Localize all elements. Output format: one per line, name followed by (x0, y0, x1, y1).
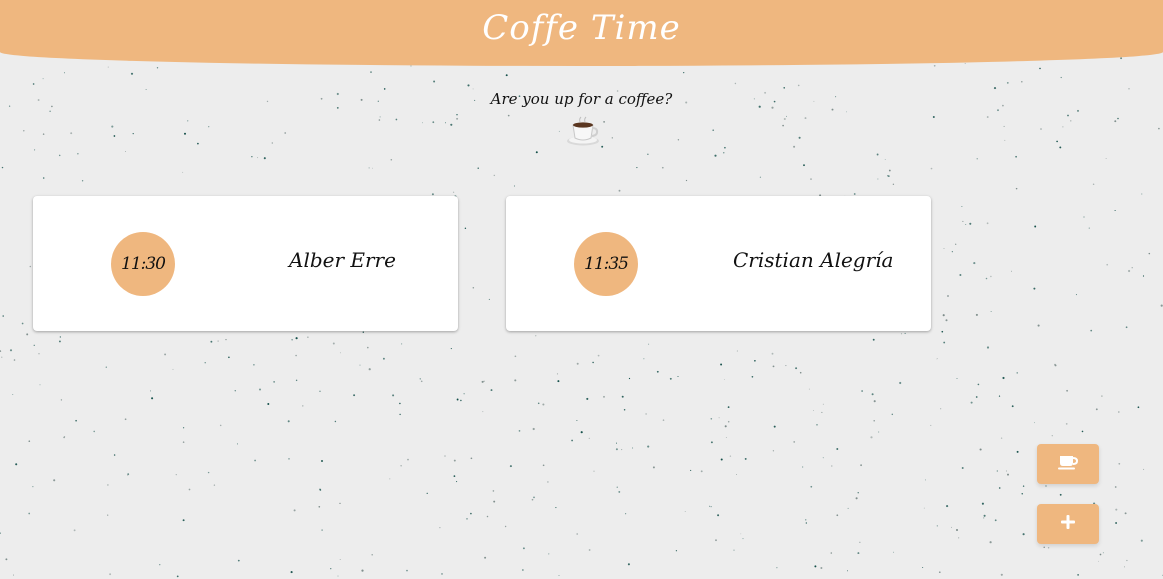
person-name: Alber Erre (289, 248, 396, 272)
coffee-cup-icon (566, 115, 600, 147)
coffee-cup-icon (1057, 454, 1079, 474)
coffee-card: 11:35 Cristian Alegría (506, 196, 931, 331)
coffee-button[interactable] (1037, 444, 1099, 484)
app-header: Coffe Time (0, 0, 1163, 66)
coffee-card: 11:30 Alber Erre (33, 196, 458, 331)
plus-icon (1060, 514, 1076, 534)
person-name: Cristian Alegría (733, 248, 894, 272)
app-title: Coffe Time (482, 8, 681, 48)
coffee-time-badge: 11:35 (574, 232, 638, 296)
add-button[interactable] (1037, 504, 1099, 544)
coffee-question: Are you up for a coffee? (490, 90, 673, 108)
coffee-time-badge: 11:30 (111, 232, 175, 296)
